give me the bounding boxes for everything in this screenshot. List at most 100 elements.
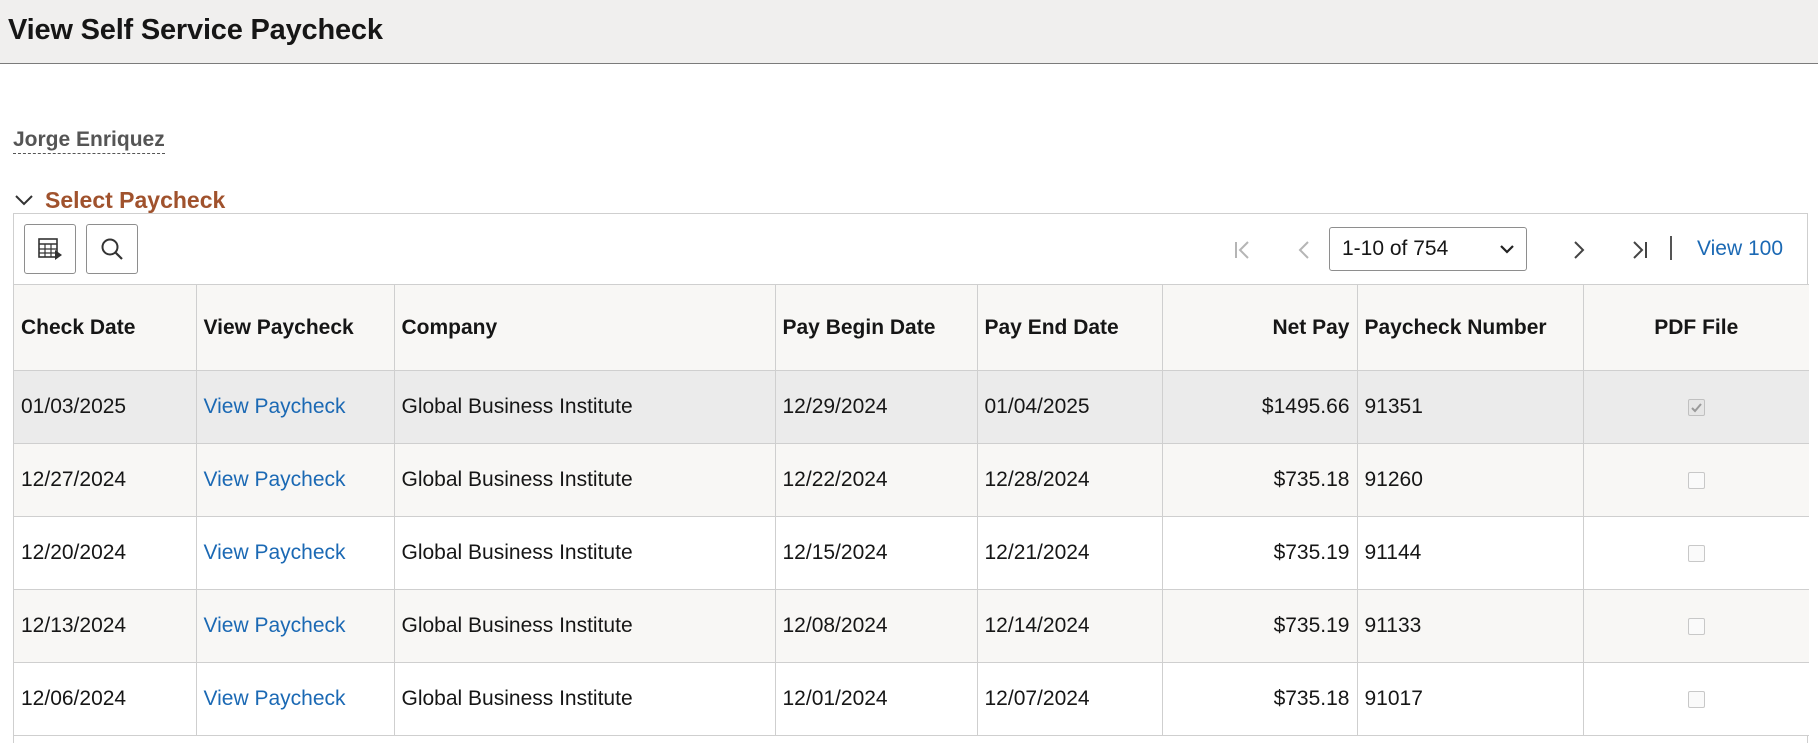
employee-name[interactable]: Jorge Enriquez — [13, 128, 165, 154]
view-100-link[interactable]: View 100 — [1697, 237, 1783, 261]
grid-toolbar: 1-10 of 754 View 100 — [14, 214, 1807, 284]
net-pay-cell: $735.18 — [1161, 443, 1358, 517]
last-page-icon — [1633, 241, 1647, 259]
table-row[interactable]: 12/27/2024 View Paycheck Global Business I… — [14, 443, 1809, 517]
checkmark-icon — [1691, 403, 1702, 413]
table-header-row: Check Date View Paycheck Company Pay Beg… — [14, 284, 1809, 371]
paycheck-number-cell: 91144 — [1364, 541, 1422, 564]
last-page-button[interactable] — [1625, 236, 1653, 264]
column-header-check-date[interactable]: Check Date — [14, 284, 197, 371]
check-date-cell: 12/06/2024 — [14, 662, 197, 736]
view-paycheck-link[interactable]: View Paycheck — [204, 468, 346, 491]
select-paycheck-toggle[interactable]: Select Paycheck — [13, 186, 225, 214]
net-pay-cell: $735.18 — [1273, 468, 1350, 491]
table-row[interactable]: 12/06/2024 View Paycheck Global Business I… — [14, 662, 1809, 736]
check-date-cell: 01/03/2025 — [21, 395, 127, 418]
table-row[interactable]: 01/03/2025 View Paycheck Global Business I… — [14, 370, 1809, 444]
column-header-net-pay[interactable]: Net Pay — [1161, 284, 1358, 371]
company-cell: Global Business Institute — [401, 395, 633, 418]
view-paycheck-link[interactable]: View Paycheck — [204, 687, 346, 710]
pay-begin-date-cell: 12/01/2024 — [774, 662, 978, 736]
pay-begin-date-cell: 12/15/2024 — [774, 516, 978, 590]
page-header: View Self Service Paycheck — [0, 0, 1818, 64]
paycheck-number-cell: 91144 — [1356, 516, 1584, 590]
company-cell: Global Business Institute — [393, 443, 776, 517]
pay-end-date-cell: 12/14/2024 — [976, 589, 1163, 663]
previous-page-icon — [1298, 241, 1309, 259]
pdf-file-checkbox[interactable] — [1687, 471, 1705, 489]
pay-begin-date-cell: 12/22/2024 — [774, 443, 978, 517]
pay-end-date-cell: 12/14/2024 — [984, 614, 1090, 637]
paycheck-grid: 1-10 of 754 View 100 Check Date View Pay… — [13, 213, 1809, 743]
pdf-file-cell — [1582, 443, 1809, 517]
view-paycheck-cell: View Paycheck — [195, 370, 395, 444]
next-page-button[interactable] — [1564, 236, 1592, 264]
first-page-button[interactable] — [1229, 236, 1257, 264]
first-page-icon — [1235, 241, 1249, 259]
view-paycheck-cell: View Paycheck — [195, 589, 395, 663]
pay-end-date-cell: 12/21/2024 — [976, 516, 1163, 590]
page-title: View Self Service Paycheck — [8, 14, 383, 46]
pdf-file-checkbox[interactable] — [1687, 544, 1705, 562]
company-cell: Global Business Institute — [401, 468, 633, 491]
paycheck-number-cell: 91017 — [1364, 687, 1423, 710]
pdf-file-cell — [1582, 370, 1809, 444]
pdf-file-cell — [1582, 516, 1809, 590]
page-range-select[interactable]: 1-10 of 754 — [1329, 227, 1527, 271]
paycheck-number-cell: 91133 — [1364, 614, 1422, 637]
check-date-cell: 12/20/2024 — [14, 516, 197, 590]
table-row[interactable]: 12/13/2024 View Paycheck Global Business I… — [14, 589, 1809, 663]
search-icon — [101, 238, 123, 260]
check-date-cell: 12/27/2024 — [21, 468, 127, 491]
pay-begin-date-cell: 12/15/2024 — [782, 541, 888, 564]
column-header-pay-end-date[interactable]: Pay End Date — [976, 284, 1163, 371]
column-header-paycheck-number[interactable]: Paycheck Number — [1356, 284, 1584, 371]
pdf-file-cell — [1582, 589, 1809, 663]
pay-end-date-cell: 12/21/2024 — [984, 541, 1090, 564]
previous-page-button[interactable] — [1291, 236, 1319, 264]
pdf-file-checkbox[interactable] — [1687, 398, 1705, 416]
pay-begin-date-cell: 12/22/2024 — [782, 468, 888, 491]
net-pay-cell: $735.19 — [1273, 614, 1350, 637]
company-cell: Global Business Institute — [393, 516, 776, 590]
check-date-cell: 12/20/2024 — [21, 541, 127, 564]
company-cell: Global Business Institute — [393, 589, 776, 663]
column-header-pay-begin-date[interactable]: Pay Begin Date — [774, 284, 978, 371]
paycheck-number-cell: 91260 — [1356, 443, 1584, 517]
grid-settings-button[interactable] — [24, 224, 76, 274]
company-cell: Global Business Institute — [393, 662, 776, 736]
check-date-cell: 12/13/2024 — [14, 589, 197, 663]
check-date-cell: 12/06/2024 — [21, 687, 127, 710]
net-pay-cell: $735.19 — [1273, 541, 1350, 564]
pay-end-date-cell: 12/28/2024 — [976, 443, 1163, 517]
view-paycheck-link[interactable]: View Paycheck — [204, 541, 346, 564]
view-paycheck-link[interactable]: View Paycheck — [204, 614, 346, 637]
column-header-view-paycheck[interactable]: View Paycheck — [195, 284, 395, 371]
table-row[interactable]: 12/20/2024 View Paycheck Global Business I… — [14, 516, 1809, 590]
grid-settings-icon — [38, 238, 62, 260]
paycheck-table: Check Date View Paycheck Company Pay Beg… — [14, 284, 1809, 736]
view-paycheck-link[interactable]: View Paycheck — [204, 395, 346, 418]
pay-begin-date-cell: 12/01/2024 — [782, 687, 888, 710]
net-pay-cell: $735.18 — [1161, 662, 1358, 736]
column-header-company[interactable]: Company — [393, 284, 776, 371]
view-paycheck-cell: View Paycheck — [195, 662, 395, 736]
net-pay-cell: $1495.66 — [1161, 370, 1358, 444]
next-page-icon — [1574, 241, 1585, 259]
pdf-file-checkbox[interactable] — [1687, 617, 1705, 635]
check-date-cell: 01/03/2025 — [14, 370, 197, 444]
company-cell: Global Business Institute — [401, 541, 633, 564]
pay-end-date-cell: 01/04/2025 — [976, 370, 1163, 444]
search-button[interactable] — [86, 224, 138, 274]
paycheck-number-cell: 91351 — [1356, 370, 1584, 444]
paycheck-number-cell: 91017 — [1356, 662, 1584, 736]
paycheck-number-cell: 91351 — [1364, 395, 1423, 418]
pay-begin-date-cell: 12/29/2024 — [774, 370, 978, 444]
net-pay-cell: $735.18 — [1273, 687, 1350, 710]
section-title: Select Paycheck — [45, 186, 226, 213]
pay-end-date-cell: 01/04/2025 — [984, 395, 1090, 418]
pdf-file-checkbox[interactable] — [1687, 690, 1705, 708]
pay-begin-date-cell: 12/08/2024 — [782, 614, 888, 637]
net-pay-cell: $735.19 — [1161, 589, 1358, 663]
column-header-pdf-file[interactable]: PDF File — [1582, 284, 1809, 371]
